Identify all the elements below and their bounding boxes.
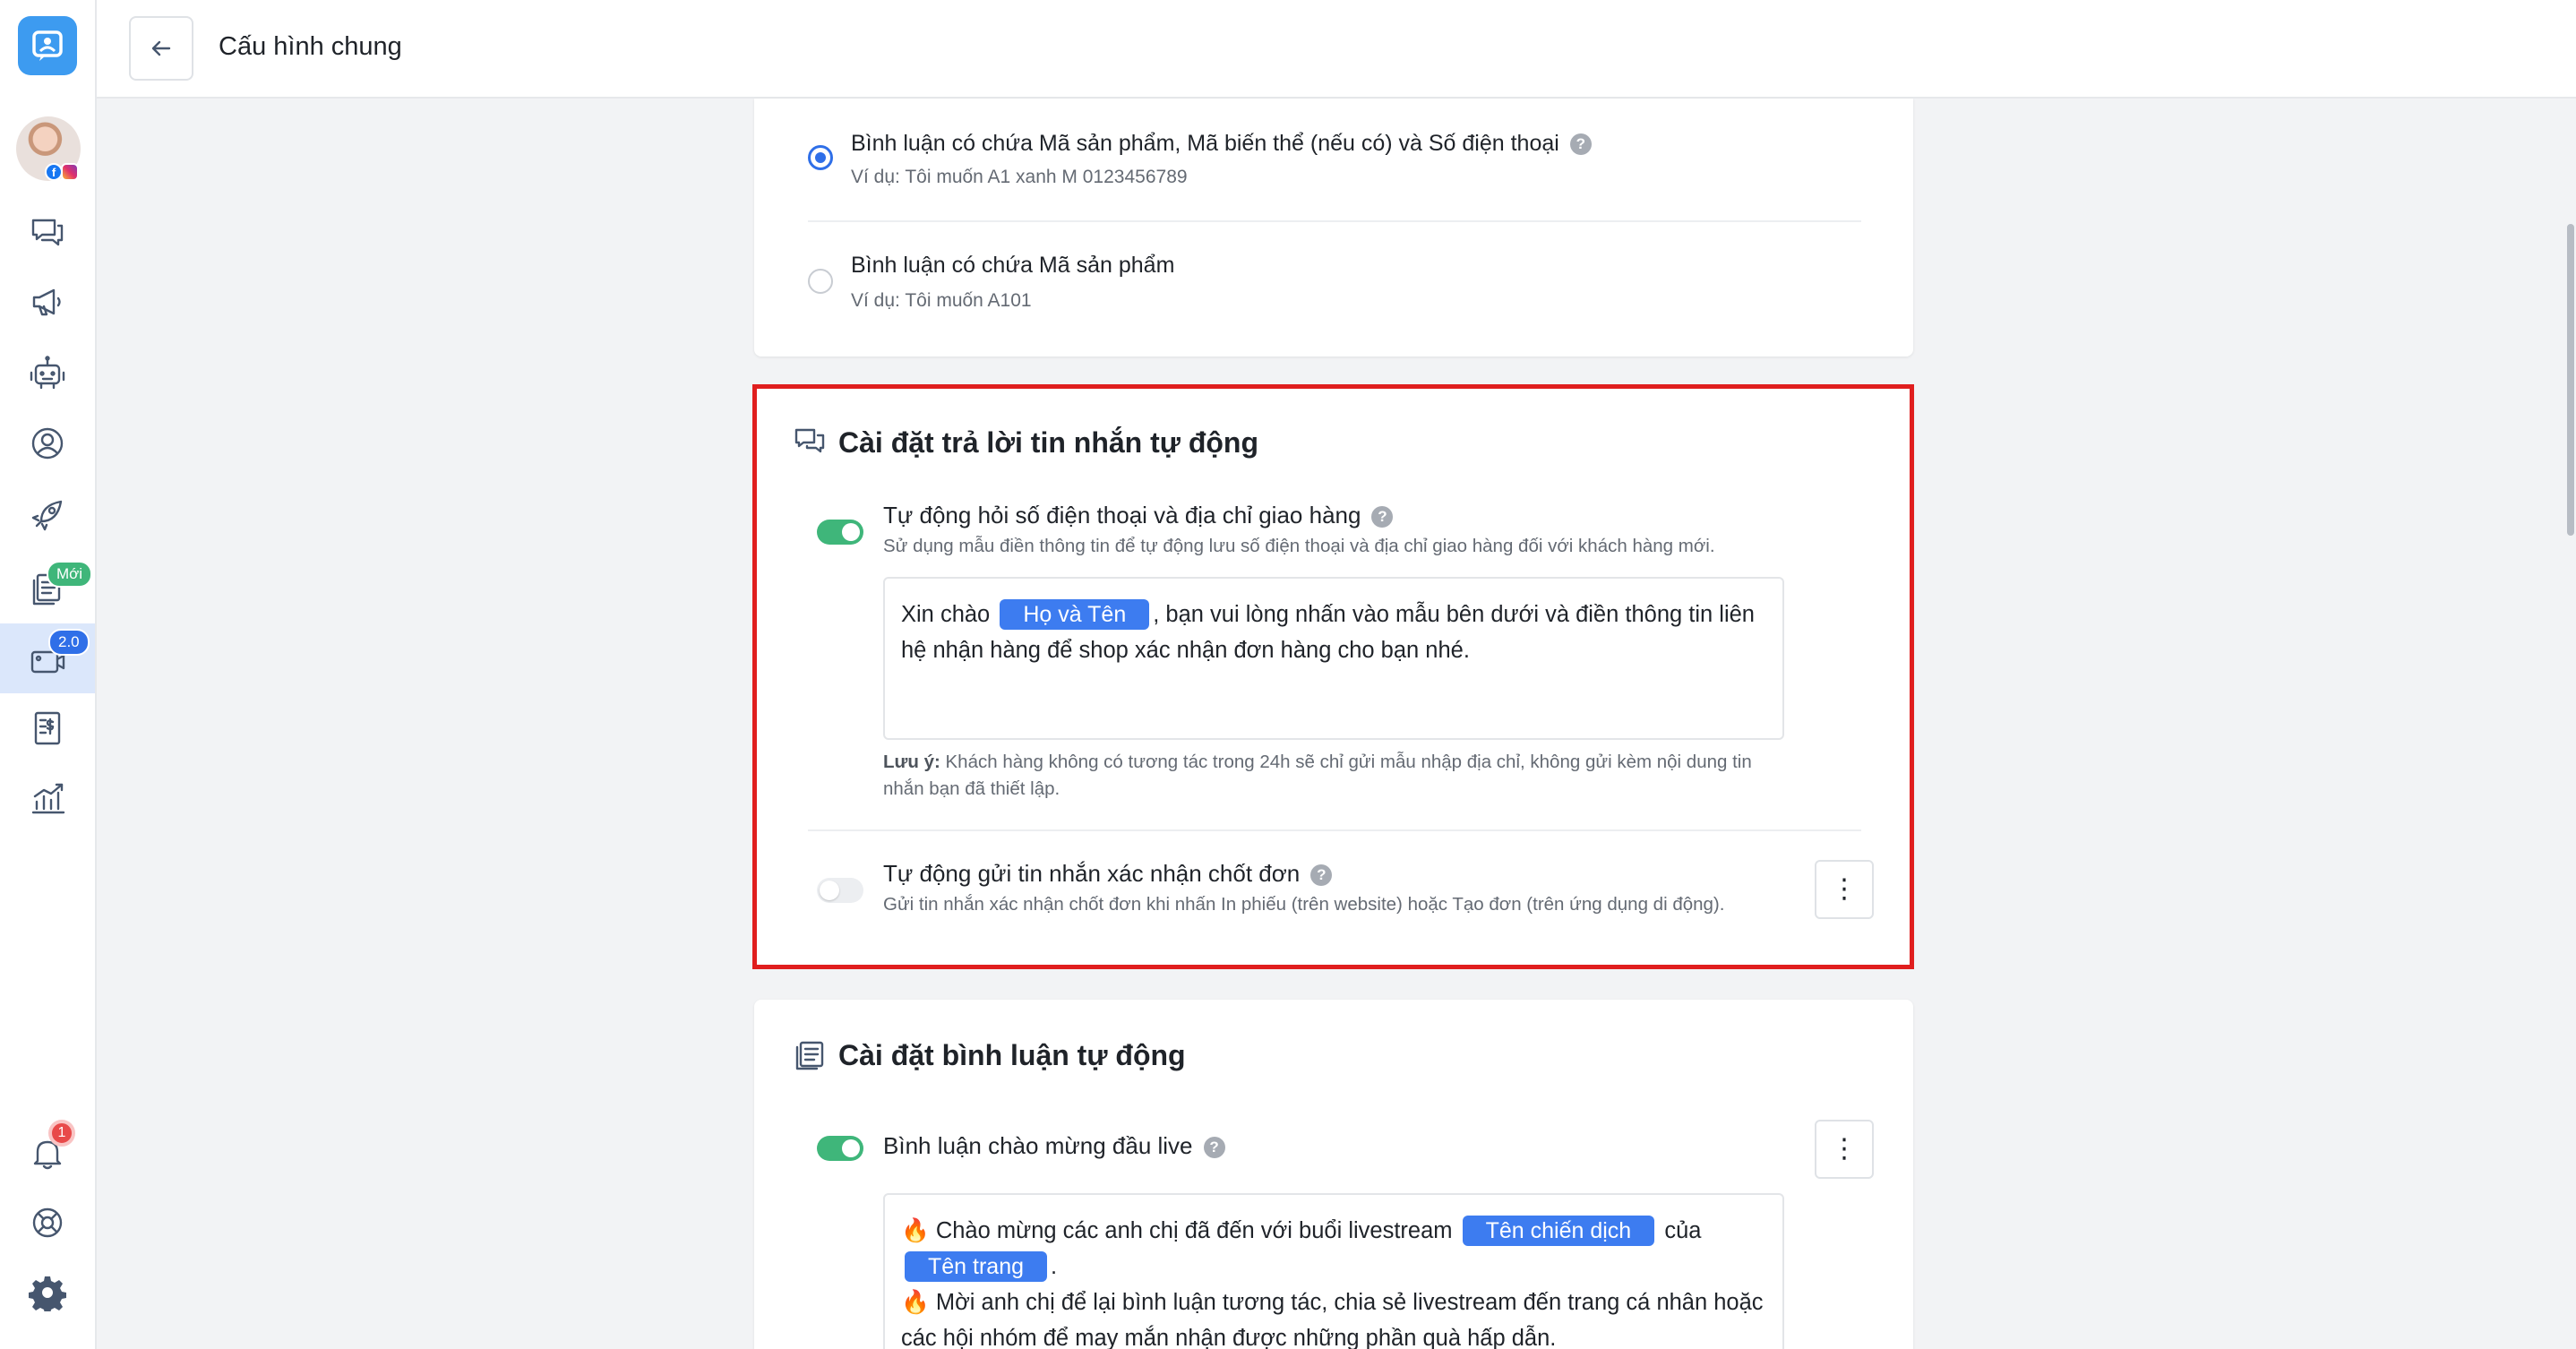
option-title: Bình luận có chứa Mã sản phẩm, Mã biến t… [851, 131, 1592, 157]
megaphone-icon [32, 288, 61, 316]
version-badge: 2.0 [48, 629, 90, 656]
facebook-icon: f [45, 163, 63, 181]
comment-syntax-card: Bình luận có chứa Mã sản phẩm, Mã biến t… [754, 99, 1913, 357]
chat-icon [31, 219, 64, 246]
note-text: Lưu ý: Khách hàng không có tương tác tro… [883, 752, 1752, 799]
nav-settings[interactable] [0, 1258, 95, 1328]
welcome-message-editor[interactable]: 🔥 Chào mừng các anh chị đã đến với buổi … [883, 1193, 1784, 1349]
instagram-icon [61, 163, 79, 181]
more-vertical-icon: ⋮ [1831, 874, 1858, 904]
option-title: Bình luận có chứa Mã sản phẩm [851, 253, 1175, 278]
help-icon[interactable]: ? [1569, 133, 1592, 156]
page-title: Cấu hình chung [219, 32, 402, 61]
nav-customers[interactable] [0, 408, 95, 478]
invoice-icon [34, 711, 61, 745]
divider [808, 829, 1861, 831]
help-icon[interactable]: ? [1310, 864, 1333, 887]
nav-campaign[interactable] [0, 480, 95, 550]
nav-marketing[interactable] [0, 267, 95, 337]
more-options-button[interactable]: ⋮ [1815, 1120, 1874, 1179]
section-icon [794, 1039, 826, 1071]
welcome-comment-toggle[interactable] [817, 1136, 863, 1161]
campaign-variable-tag[interactable]: Tên chiến dịch [1462, 1216, 1655, 1246]
rocket-icon [31, 500, 63, 531]
name-variable-tag[interactable]: Họ và Tên [1000, 599, 1150, 630]
radio-unselected[interactable] [808, 269, 833, 294]
option-example: Ví dụ: Tôi muốn A1 xanh M 0123456789 [851, 167, 1188, 187]
message-text: Xin chào [901, 602, 991, 627]
scrollbar-thumb[interactable] [2567, 224, 2574, 536]
support-icon [32, 1207, 63, 1238]
section-title: Cài đặt bình luận tự động [838, 1039, 1186, 1071]
nav-livestream[interactable]: 2.0 [0, 623, 95, 693]
back-button[interactable] [129, 16, 193, 81]
nav-notifications[interactable]: 1 [0, 1118, 95, 1188]
ask-info-message-editor[interactable]: Xin chào Họ và Tên, bạn vui lòng nhấn và… [883, 577, 1784, 740]
message-text: của [1664, 1218, 1702, 1243]
section-title: Cài đặt trả lời tin nhắn tự động [838, 426, 1259, 459]
message-text: 🔥 Chào mừng các anh chị đã đến với buổi … [901, 1218, 1453, 1243]
help-icon[interactable]: ? [1371, 506, 1394, 528]
user-circle-icon [31, 427, 64, 460]
settings-icon [29, 1276, 66, 1311]
arrow-left-icon [151, 40, 171, 56]
ask-info-toggle[interactable] [817, 520, 863, 545]
setting-title: Tự động hỏi số điện thoại và địa chỉ gia… [883, 502, 1394, 529]
setting-title: Tự động gửi tin nhắn xác nhận chốt đơn? [883, 860, 1333, 888]
divider [808, 220, 1861, 222]
robot-icon [30, 356, 65, 390]
setting-description: Gửi tin nhắn xác nhận chốt đơn khi nhấn … [883, 894, 1725, 915]
nav-analytics[interactable] [0, 763, 95, 833]
analytics-icon [31, 783, 65, 814]
message-text: 🔥 Mời anh chị để lại bình luận tương tác… [901, 1290, 1764, 1349]
confirm-order-toggle[interactable] [817, 878, 863, 903]
section-icon [794, 425, 826, 457]
app-logo-icon[interactable] [18, 16, 77, 75]
page-header: Cấu hình chung [97, 0, 2576, 99]
nav-support[interactable] [0, 1188, 95, 1258]
setting-description: Sử dụng mẫu điền thông tin để tự động lư… [883, 536, 1715, 556]
page-variable-tag[interactable]: Tên trang [905, 1251, 1048, 1282]
option-example: Ví dụ: Tôi muốn A101 [851, 290, 1032, 311]
more-vertical-icon: ⋮ [1831, 1134, 1858, 1164]
setting-title: Bình luận chào mừng đầu live? [883, 1132, 1225, 1160]
nav-chat[interactable] [0, 197, 95, 267]
comment-list-icon [795, 1041, 824, 1070]
message-text: . [1051, 1254, 1058, 1279]
nav-chatbot[interactable] [0, 339, 95, 408]
help-icon[interactable]: ? [1203, 1137, 1225, 1159]
nav-posts[interactable]: Mới [0, 552, 95, 622]
sidebar: f Mới 2.0 1 [0, 0, 97, 1349]
nav-orders[interactable] [0, 693, 95, 763]
more-options-button[interactable]: ⋮ [1815, 860, 1874, 919]
notification-count-badge: 1 [48, 1120, 75, 1147]
messages-icon [794, 428, 825, 453]
auto-reply-card: Cài đặt trả lời tin nhắn tự động Tự động… [754, 387, 1913, 966]
radio-selected[interactable] [808, 145, 833, 170]
auto-comment-card: Cài đặt bình luận tự động Bình luận chào… [754, 1000, 1913, 1349]
new-badge: Mới [47, 561, 93, 588]
